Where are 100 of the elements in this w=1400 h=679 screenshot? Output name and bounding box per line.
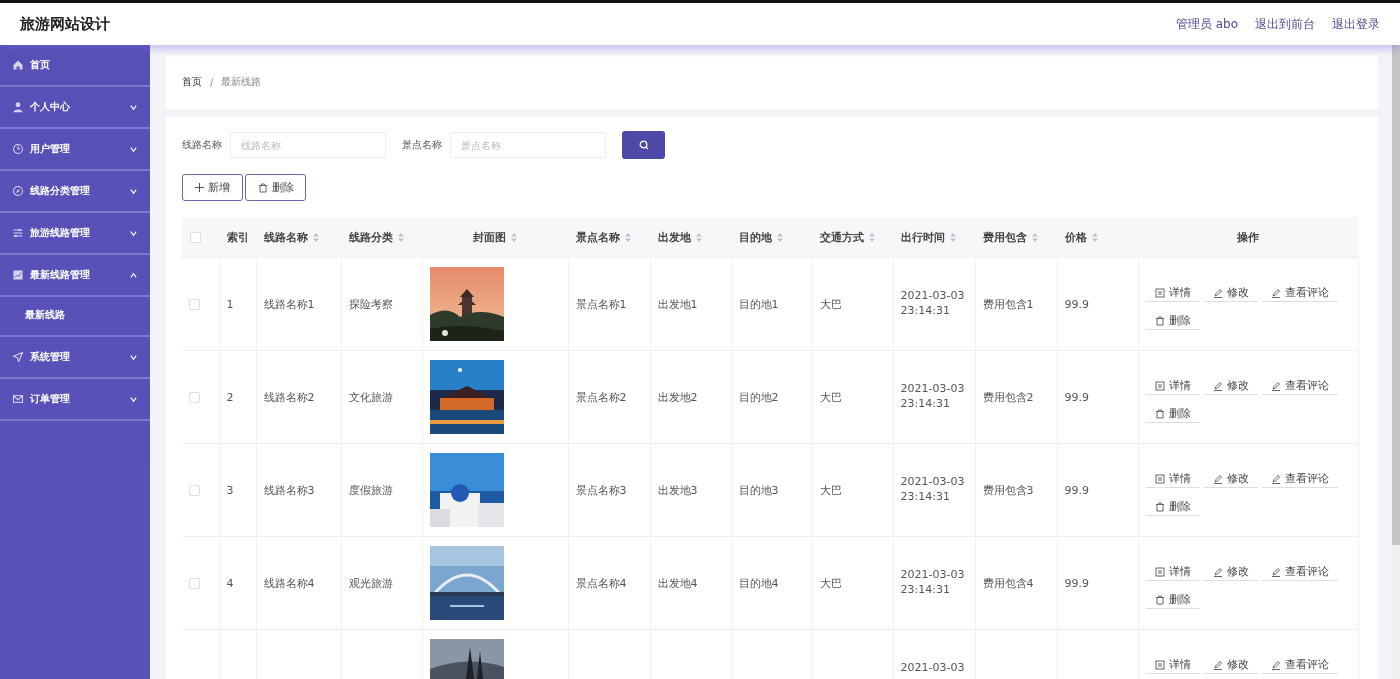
pencil-icon: [1270, 473, 1281, 484]
sort-icon[interactable]: [511, 232, 517, 242]
table-cell: 线路名称3: [263, 483, 315, 497]
table-cell: 费用包含3: [982, 483, 1034, 497]
edit-button[interactable]: 查看评论: [1261, 563, 1338, 581]
sort-icon[interactable]: [696, 232, 702, 242]
breadcrumb-item[interactable]: 首页: [182, 75, 202, 89]
table-cell: 出发地3: [657, 483, 698, 497]
trash-icon: [1154, 594, 1165, 605]
add-button[interactable]: 新增: [182, 174, 243, 201]
sliders-icon: [12, 227, 24, 239]
edit-button[interactable]: 修改: [1203, 563, 1258, 581]
column-header[interactable]: 价格: [1065, 229, 1087, 245]
search-icon: [638, 140, 649, 150]
table-cell: 景点名称3: [575, 483, 627, 497]
table-cell: 大巴: [819, 390, 842, 404]
edit-button[interactable]: 修改: [1203, 377, 1258, 395]
sidebar-item[interactable]: 旅游线路管理: [0, 213, 150, 255]
table-cell: 大巴: [819, 297, 842, 311]
edit-button[interactable]: 查看评论: [1261, 284, 1338, 302]
detail-button[interactable]: 详情: [1145, 656, 1200, 674]
sidebar-subitem[interactable]: 最新线路: [0, 297, 150, 333]
sort-icon[interactable]: [777, 232, 783, 242]
detail-button[interactable]: 详情: [1145, 377, 1200, 395]
table-cell: 目的地1: [738, 297, 779, 311]
table-cell: 线路名称4: [263, 576, 315, 590]
delete-button[interactable]: 删除: [1145, 591, 1200, 609]
table-cell-text: 2021-03-03 23:14:31: [900, 288, 966, 318]
sort-icon[interactable]: [1092, 232, 1098, 242]
edit-button[interactable]: 修改: [1203, 470, 1258, 488]
edit-button[interactable]: 查看评论: [1261, 470, 1338, 488]
detail-button[interactable]: 详情: [1145, 563, 1200, 581]
trash-icon: [1154, 501, 1165, 512]
pencil-icon: [1212, 380, 1223, 391]
table-cell: 目的地2: [738, 390, 779, 404]
sidebar-item[interactable]: 用户管理: [0, 129, 150, 171]
row-checkbox[interactable]: [189, 392, 200, 403]
search-field[interactable]: 线路名称: [230, 132, 386, 158]
breadcrumb-separator: /: [210, 76, 214, 88]
delete-button[interactable]: 删除: [245, 174, 306, 201]
scrollbar-thumb[interactable]: [1392, 45, 1400, 545]
table-cell: 目的地4: [738, 576, 779, 590]
sidebar-item[interactable]: 订单管理: [0, 379, 150, 421]
table-cell: 大巴: [819, 483, 842, 497]
table-cell: 3: [226, 483, 234, 497]
sort-icon[interactable]: [398, 232, 404, 242]
column-header: 操作: [1237, 229, 1259, 245]
table-cell: 景点名称1: [575, 297, 627, 311]
sidebar-item[interactable]: 个人中心: [0, 87, 150, 129]
row-checkbox[interactable]: [189, 578, 200, 589]
breadcrumb-item: 最新线路: [221, 75, 262, 89]
sidebar-item[interactable]: 最新线路管理: [0, 255, 150, 297]
detail-button[interactable]: 详情: [1145, 470, 1200, 488]
row-checkbox[interactable]: [189, 485, 200, 496]
delete-button[interactable]: 删除: [1145, 405, 1200, 423]
sort-icon[interactable]: [313, 232, 319, 242]
header-link[interactable]: 退出登录: [1332, 15, 1380, 33]
sidebar-item[interactable]: 首页: [0, 45, 150, 87]
delete-button[interactable]: 删除: [1145, 312, 1200, 330]
select-all-checkbox[interactable]: [190, 232, 201, 243]
pencil-icon: [1270, 380, 1281, 391]
sidebar-item[interactable]: 系统管理: [0, 337, 150, 379]
detail-button[interactable]: 详情: [1145, 284, 1200, 302]
table-cell: 4: [226, 576, 234, 590]
trash-icon: [1154, 408, 1165, 419]
search-field[interactable]: 景点名称: [450, 132, 606, 158]
column-header[interactable]: 出发地: [658, 229, 691, 245]
plus-icon: [195, 183, 204, 192]
edit-button[interactable]: 查看评论: [1261, 377, 1338, 395]
table-cell: 目的地3: [738, 483, 779, 497]
trash-icon: [1154, 315, 1165, 326]
site-title: 旅游网站设计: [20, 14, 110, 34]
table-cell-text: 2021-03-03 23:14:31: [900, 567, 966, 597]
field-label: 线路名称: [182, 138, 222, 152]
chart-icon: [12, 269, 24, 281]
edit-button[interactable]: 查看评论: [1261, 656, 1338, 674]
table-cell: 线路名称2: [263, 390, 315, 404]
sort-icon[interactable]: [625, 232, 631, 242]
table-cell: 99.9: [1064, 576, 1089, 590]
compass-icon: [12, 185, 24, 197]
delete-button[interactable]: 删除: [1145, 498, 1200, 516]
table-cell: 2: [226, 390, 234, 404]
sort-icon[interactable]: [950, 232, 956, 242]
table-cell: 出发地1: [657, 297, 698, 311]
edit-button[interactable]: 修改: [1203, 656, 1258, 674]
document-icon: [1154, 380, 1165, 391]
pencil-icon: [1270, 566, 1281, 577]
sort-icon[interactable]: [1032, 232, 1038, 242]
admin-link[interactable]: 管理员 abo: [1175, 15, 1238, 33]
table-cell: 1: [226, 297, 234, 311]
column-header[interactable]: 封面图: [473, 229, 506, 245]
edit-button[interactable]: 修改: [1203, 284, 1258, 302]
header-link[interactable]: 退出到前台: [1255, 15, 1315, 33]
row-checkbox[interactable]: [189, 299, 200, 310]
sidebar-item[interactable]: 线路分类管理: [0, 171, 150, 213]
search-button[interactable]: [622, 131, 665, 159]
table-cell: 99.9: [1064, 483, 1089, 497]
sort-icon[interactable]: [869, 232, 875, 242]
column-header[interactable]: 目的地: [739, 229, 772, 245]
table-cell: 费用包含4: [982, 576, 1034, 590]
